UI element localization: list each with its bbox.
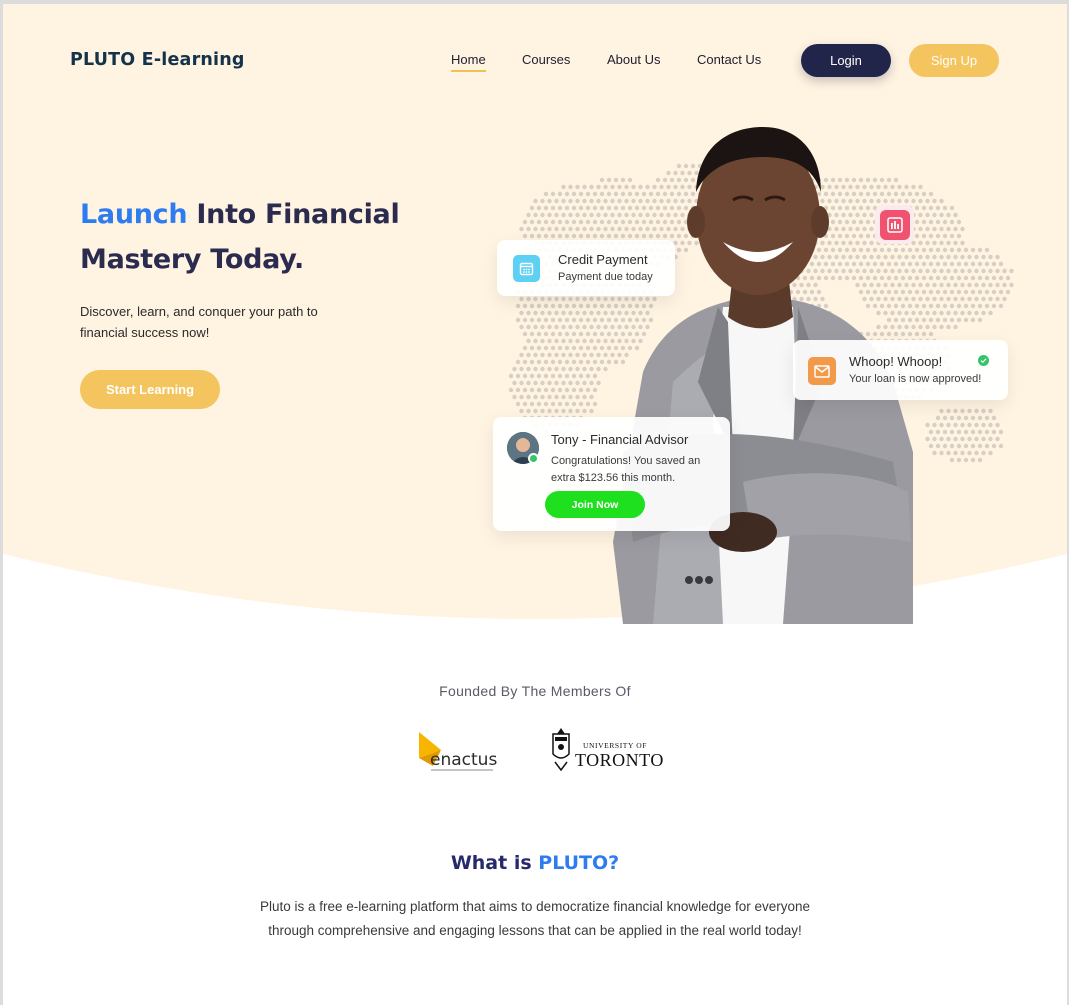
founded-by-heading: Founded By The Members Of [439, 683, 631, 699]
check-icon [978, 355, 989, 366]
credit-payment-title: Credit Payment [558, 252, 648, 267]
what-is-pluto-heading: What is PLUTO? [3, 852, 1067, 874]
landing-page: PLUTO E-learning Home Courses About Us C… [3, 4, 1067, 1005]
hero-title-accent: Launch [80, 199, 188, 230]
signup-button[interactable]: Sign Up [909, 44, 999, 77]
join-now-button[interactable]: Join Now [545, 491, 645, 518]
what-is-accent: PLUTO? [538, 852, 620, 874]
start-learning-button[interactable]: Start Learning [80, 370, 220, 409]
what-is-pluto-description: Pluto is a free e-learning platform that… [259, 899, 811, 938]
uoft-logo-bottom-text: TORONTO [575, 750, 664, 770]
credit-payment-subtitle: Payment due today [558, 271, 653, 283]
hero-title: Launch Into Financial Mastery Today. [80, 192, 460, 282]
enactus-logo-text: enactus [430, 750, 497, 770]
nav-home[interactable]: Home [451, 52, 486, 72]
advisor-name: Tony - Financial Advisor [551, 432, 689, 447]
nav-about-us[interactable]: About Us [607, 52, 660, 67]
calendar-icon [513, 255, 540, 282]
what-is-prefix: What is [450, 852, 539, 874]
nav-contact-us[interactable]: Contact Us [697, 52, 761, 67]
credit-payment-card[interactable]: Credit Payment Payment due today [497, 240, 675, 296]
loan-approved-subtitle: Your loan is now approved! [849, 373, 982, 385]
uoft-logo-top-text: UNIVERSITY OF [583, 741, 647, 750]
bar-chart-badge [875, 205, 914, 244]
online-status-icon [528, 453, 539, 464]
financial-advisor-card[interactable]: Tony - Financial Advisor Congratulations… [493, 417, 730, 531]
enactus-logo: enactus [419, 732, 497, 771]
nav-courses[interactable]: Courses [522, 52, 570, 67]
loan-approved-title: Whoop! Whoop! [849, 354, 943, 369]
brand-logo[interactable]: PLUTO E-learning [70, 50, 245, 70]
login-button[interactable]: Login [801, 44, 891, 77]
loan-approved-card[interactable]: Whoop! Whoop! Your loan is now approved! [793, 340, 1008, 400]
mail-icon [808, 357, 836, 385]
advisor-message: Congratulations! You saved an extra $123… [551, 455, 701, 484]
bar-chart-icon [879, 209, 910, 240]
university-of-toronto-logo: UNIVERSITY OF TORONTO [552, 728, 664, 772]
hero-subtitle: Discover, learn, and conquer your path t… [80, 304, 318, 340]
